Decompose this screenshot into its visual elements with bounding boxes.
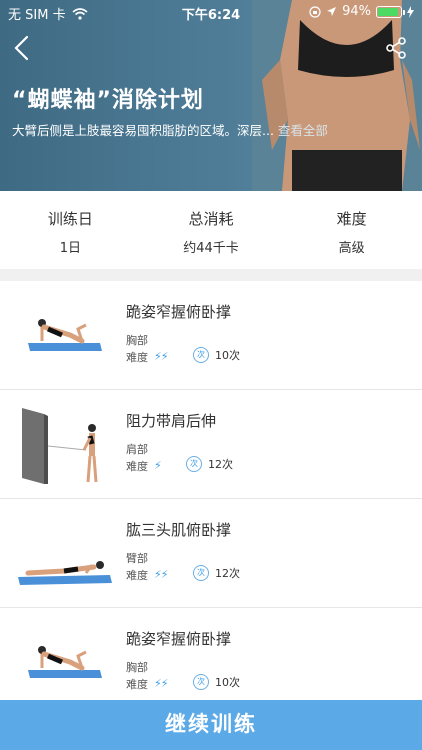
battery-icon <box>376 5 405 18</box>
battery-percent: 94% <box>342 4 371 19</box>
stat-label: 训练日 <box>47 210 93 228</box>
difficulty-bolt-icon: ⚡⚡ <box>154 677 168 690</box>
continue-training-button[interactable]: 继续训练 <box>0 700 422 750</box>
view-all-link[interactable]: 查看全部 <box>278 123 328 138</box>
rep-count: 次 12次 <box>193 565 240 581</box>
reps-badge-icon: 次 <box>193 565 209 581</box>
rep-count-value: 12次 <box>215 567 240 580</box>
exercise-thumbnail <box>28 646 102 678</box>
exercise-list: 跪姿窄握俯卧撑 胸部 难度 ⚡⚡ 次 10次 阻力带肩后伸 肩部 难度 ⚡ 次 … <box>0 281 422 717</box>
exercise-name: 跪姿窄握俯卧撑 <box>126 630 232 648</box>
difficulty-bolt-icon: ⚡⚡ <box>154 350 168 363</box>
reps-badge-icon: 次 <box>193 674 209 690</box>
difficulty-label: 难度 <box>126 569 148 582</box>
exercise-body-part: 胸部 <box>126 334 148 347</box>
location-icon <box>327 7 337 16</box>
charging-icon <box>407 5 414 18</box>
rep-count-value: 10次 <box>215 349 240 362</box>
stat-value: 高级 <box>338 241 365 256</box>
difficulty-label: 难度 <box>126 678 148 691</box>
description-text: 大臂后侧是上肢最容易囤积脂肪的区域。深层... <box>12 123 274 138</box>
exercise-body-part: 臂部 <box>126 552 148 565</box>
exercise-name: 阻力带肩后伸 <box>126 412 217 430</box>
stat-label: 总消耗 <box>188 210 234 228</box>
exercise-row[interactable]: 肱三头肌俯卧撑 臂部 难度 ⚡⚡ 次 12次 <box>0 499 422 608</box>
exercise-thumbnail <box>18 561 112 585</box>
exercise-body-part: 肩部 <box>126 443 148 456</box>
back-icon[interactable] <box>12 34 32 62</box>
exercise-row[interactable]: 阻力带肩后伸 肩部 难度 ⚡ 次 12次 <box>0 390 422 499</box>
stat-label: 难度 <box>336 210 367 228</box>
rep-count: 次 10次 <box>193 674 240 690</box>
exercise-thumbnail <box>28 319 102 351</box>
status-bar: 无 SIM 卡 下午6:24 94% <box>0 0 422 24</box>
rep-count: 次 12次 <box>186 456 233 472</box>
stat-training-days: 训练日 1日 <box>0 191 141 269</box>
exercise-thumbnail <box>22 408 98 484</box>
rep-count: 次 10次 <box>193 347 240 363</box>
plan-title: “蝴蝶袖”消除计划 <box>12 88 204 113</box>
rep-count-value: 12次 <box>208 458 233 471</box>
hero-figure-image <box>252 0 422 191</box>
plan-description: 大臂后侧是上肢最容易囤积脂肪的区域。深层... 查看全部 <box>12 120 342 139</box>
hero-banner: 无 SIM 卡 下午6:24 94% “蝴蝶袖”消除计划 大臂后侧是上肢最容易囤… <box>0 0 422 191</box>
reps-badge-icon: 次 <box>193 347 209 363</box>
difficulty-bolt-icon: ⚡ <box>154 459 162 472</box>
plan-stats: 训练日 1日 总消耗 约44千卡 难度 高级 <box>0 191 422 269</box>
exercise-name: 肱三头肌俯卧撑 <box>126 521 232 539</box>
orientation-lock-icon <box>309 5 321 18</box>
exercise-name: 跪姿窄握俯卧撑 <box>126 303 232 321</box>
stat-total-calories: 总消耗 约44千卡 <box>141 191 282 269</box>
difficulty-bolt-icon: ⚡⚡ <box>154 568 168 581</box>
section-divider <box>0 269 422 281</box>
reps-badge-icon: 次 <box>186 456 202 472</box>
rep-count-value: 10次 <box>215 676 240 689</box>
stat-difficulty: 难度 高级 <box>281 191 422 269</box>
stat-value: 1日 <box>59 241 81 256</box>
share-icon[interactable] <box>384 36 408 60</box>
exercise-body-part: 胸部 <box>126 661 148 674</box>
stat-value: 约44千卡 <box>183 241 239 256</box>
exercise-row[interactable]: 跪姿窄握俯卧撑 胸部 难度 ⚡⚡ 次 10次 <box>0 281 422 390</box>
difficulty-label: 难度 <box>126 460 148 473</box>
difficulty-label: 难度 <box>126 351 148 364</box>
